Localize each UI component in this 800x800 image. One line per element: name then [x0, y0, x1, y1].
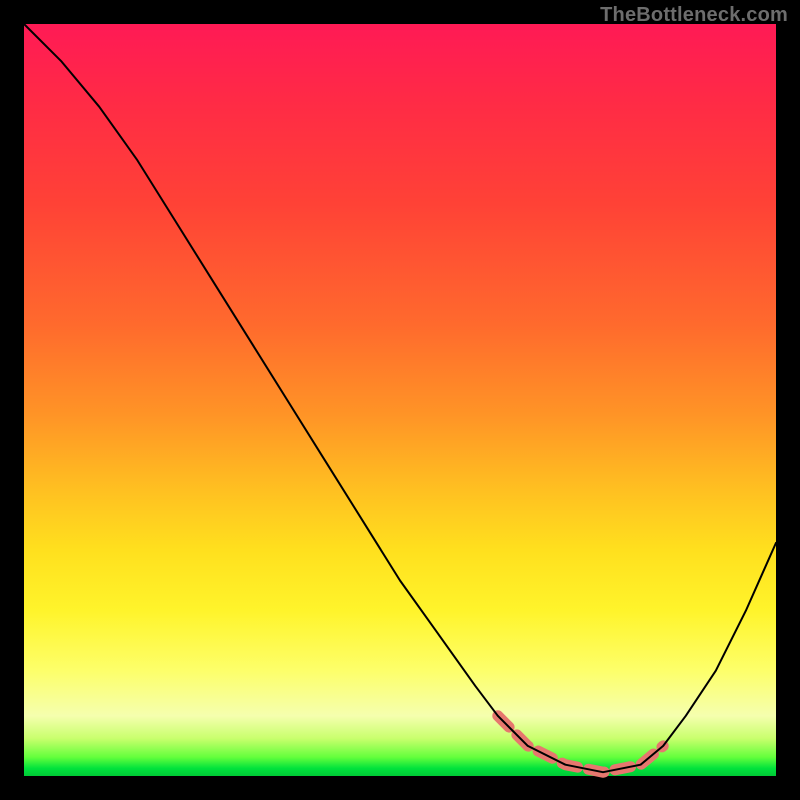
plot-area: [24, 24, 776, 776]
highlight-segment: [498, 716, 663, 772]
watermark-text: TheBottleneck.com: [600, 4, 788, 27]
bottleneck-curve: [24, 24, 776, 772]
curve-overlay: [24, 24, 776, 776]
chart-frame: TheBottleneck.com: [0, 0, 800, 800]
